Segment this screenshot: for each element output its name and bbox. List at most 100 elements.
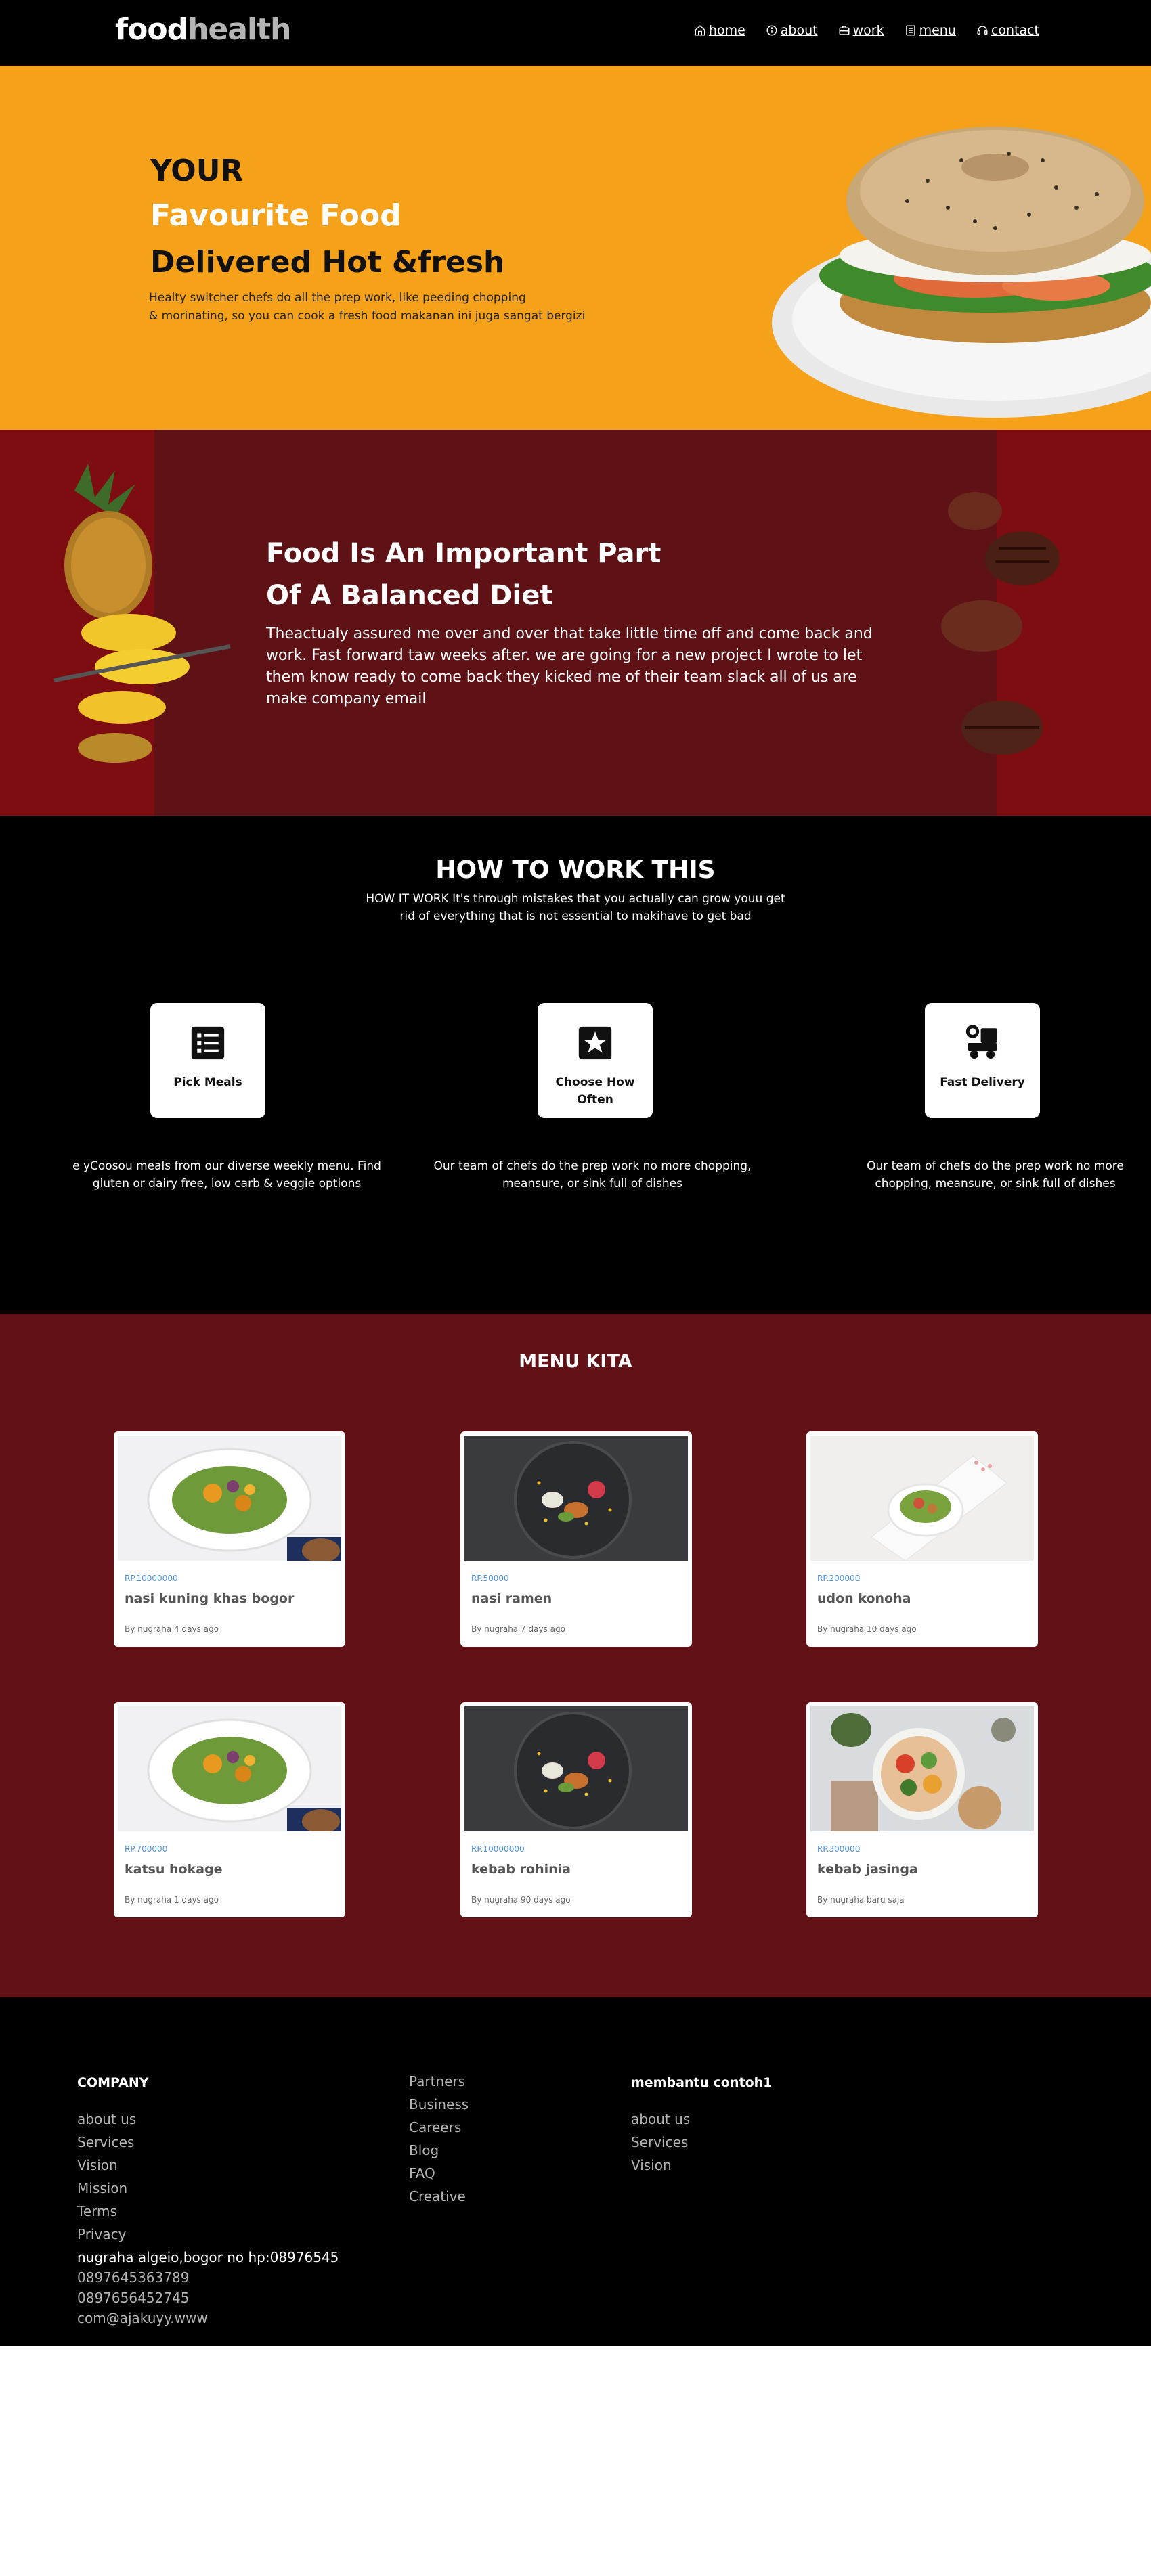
footer-col3-link-vision[interactable]: Vision <box>631 2157 672 2173</box>
menu-item-name[interactable]: kebab rohinia <box>471 1862 571 1877</box>
hero-desc-line2: & morinating, so you can cook a fresh fo… <box>149 309 586 323</box>
step-card-pick-meals[interactable]: Pick Meals <box>150 1003 265 1118</box>
footer-link-careers[interactable]: Careers <box>409 2119 461 2135</box>
bagel-sandwich-image <box>772 127 1151 418</box>
diet-title-line1: Food Is An Important Part <box>266 538 661 569</box>
how-it-works-section: HOW TO WORK THIS HOW IT WORK It's throug… <box>0 816 1151 1314</box>
menu-item-meta: By nugraha baru saja <box>817 1895 905 1905</box>
menu-card[interactable]: RP.700000 katsu hokage By nugraha 1 days… <box>114 1702 345 1917</box>
menu-section: MENU KITA RP.10000000 nasi kuning khas b… <box>0 1314 1151 1997</box>
diet-section: Food Is An Important Part Of A Balanced … <box>0 430 1151 816</box>
step-label-choose-how-often: Choose How Often <box>555 1075 635 1107</box>
menu-price: RP.10000000 <box>125 1574 178 1583</box>
briefcase-icon <box>839 26 850 35</box>
footer-link-blog[interactable]: Blog <box>409 2142 439 2158</box>
footer-link-services[interactable]: Services <box>77 2134 134 2150</box>
nav-home-label: home <box>708 23 745 38</box>
step-label-pick-meals: Pick Meals <box>173 1075 242 1089</box>
footer-link-faq[interactable]: FAQ <box>409 2165 435 2181</box>
footer-link-terms[interactable]: Terms <box>77 2203 117 2219</box>
headset-icon <box>977 26 988 35</box>
footer-phone-1: 0897645363789 <box>77 2269 190 2286</box>
menu-card[interactable]: RP.200000 udon konoha By nugraha 10 days… <box>806 1431 1038 1647</box>
footer: COMPANY about us Services Vision Mission… <box>0 1997 1151 2346</box>
pineapple-slices-image <box>53 464 231 763</box>
menu-list-icon <box>905 25 915 36</box>
nav-about[interactable]: about <box>766 23 818 38</box>
footer-address: nugraha algeio,bogor no hp:08976545 <box>77 2249 339 2265</box>
dark-plate-image <box>464 1436 688 1561</box>
step-card-fast-delivery[interactable]: Fast Delivery <box>925 1003 1040 1118</box>
step-card-choose-how-often[interactable]: Choose How Often <box>538 1003 653 1118</box>
step-desc-fast-delivery: Our team of chefs do the prep work no mo… <box>867 1159 1124 1191</box>
footer-link-vision[interactable]: Vision <box>77 2157 118 2173</box>
menu-item-meta: By nugraha 4 days ago <box>125 1624 219 1634</box>
nav-links: home about work menu contact <box>694 23 1039 38</box>
how-title: HOW TO WORK THIS <box>435 856 716 884</box>
nav-home[interactable]: home <box>694 23 745 38</box>
home-icon <box>695 25 705 36</box>
nav-contact[interactable]: contact <box>976 23 1039 38</box>
brand-logo[interactable]: foodhealth <box>115 12 291 47</box>
nav-menu[interactable]: menu <box>905 23 956 38</box>
page-root: { "brand": {"part1": "food", "part2": "h… <box>0 0 1151 2576</box>
how-subtitle: HOW IT WORK It's through mistakes that y… <box>366 892 785 923</box>
footer-link-about-us[interactable]: about us <box>77 2111 136 2127</box>
menu-item-meta: By nugraha 10 days ago <box>817 1624 917 1634</box>
brand-part-food: food <box>115 12 188 47</box>
menu-price: RP.50000 <box>471 1574 509 1583</box>
top-navbar: foodhealth home about work menu contact <box>0 0 1151 66</box>
menu-title: MENU KITA <box>519 1351 632 1372</box>
nav-contact-label: contact <box>991 23 1039 38</box>
menu-item-name[interactable]: udon konoha <box>817 1591 911 1606</box>
list-icon <box>191 1026 225 1060</box>
menu-item-name[interactable]: nasi ramen <box>471 1591 552 1606</box>
nav-menu-label: menu <box>919 23 956 38</box>
hero-section: YOUR Favourite Food Delivered Hot &fresh… <box>0 66 1151 430</box>
nav-about-label: about <box>780 23 818 38</box>
menu-item-meta: By nugraha 90 days ago <box>471 1895 571 1905</box>
delivery-icon <box>965 1025 997 1059</box>
diet-inner-panel <box>154 430 997 816</box>
step-desc-pick-meals: e yCoosou meals from our diverse weekly … <box>72 1159 381 1191</box>
hero-heading-line1: YOUR <box>150 154 244 188</box>
menu-item-meta: By nugraha 7 days ago <box>471 1624 565 1634</box>
menu-card[interactable]: RP.300000 kebab jasinga By nugraha baru … <box>806 1702 1038 1917</box>
hero-desc-line1: Healty switcher chefs do all the prep wo… <box>149 291 526 305</box>
salad-tray-image <box>810 1436 1034 1561</box>
dark-plate-image <box>464 1706 688 1831</box>
footer-phone-2: 0897656452745 <box>77 2290 190 2306</box>
info-icon <box>766 25 777 36</box>
footer-link-privacy[interactable]: Privacy <box>77 2226 126 2242</box>
menu-price: RP.200000 <box>817 1574 861 1583</box>
grilled-meat-image <box>941 492 1060 755</box>
footer-link-mission[interactable]: Mission <box>77 2180 127 2196</box>
menu-price: RP.300000 <box>817 1844 861 1854</box>
menu-card[interactable]: RP.10000000 kebab rohinia By nugraha 90 … <box>460 1702 692 1917</box>
hero-heading-line3: Delivered Hot &fresh <box>150 245 505 280</box>
footer-col3-link-services[interactable]: Services <box>631 2134 688 2150</box>
menu-card[interactable]: RP.50000 nasi ramen By nugraha 7 days ag… <box>460 1431 692 1647</box>
diet-paragraph: Theactualy assured me over and over that… <box>266 625 873 707</box>
step-label-fast-delivery: Fast Delivery <box>940 1075 1025 1089</box>
footer-link-partners[interactable]: Partners <box>409 2073 465 2089</box>
footer-email: com@ajakuyy.www <box>77 2310 208 2326</box>
diet-title-line2: Of A Balanced Diet <box>266 580 553 611</box>
veggie-bowl-image <box>810 1706 1034 1831</box>
menu-item-name[interactable]: nasi kuning khas bogor <box>125 1591 294 1606</box>
menu-item-name[interactable]: kebab jasinga <box>817 1862 918 1877</box>
menu-item-name[interactable]: katsu hokage <box>125 1862 223 1877</box>
menu-card[interactable]: RP.10000000 nasi kuning khas bogor By nu… <box>114 1431 345 1647</box>
step-desc-choose-how-often: Our team of chefs do the prep work no mo… <box>433 1159 752 1191</box>
star-icon <box>578 1026 612 1060</box>
footer-col1-title: COMPANY <box>77 2075 149 2090</box>
hero-description: Healty switcher chefs do all the prep wo… <box>149 289 664 326</box>
menu-price: RP.10000000 <box>471 1844 525 1854</box>
brand-part-health: health <box>188 12 291 47</box>
footer-col3-link-about-us[interactable]: about us <box>631 2111 690 2127</box>
footer-link-creative[interactable]: Creative <box>409 2188 466 2204</box>
footer-col3-title: membantu contoh1 <box>631 2075 773 2090</box>
nav-work[interactable]: work <box>838 23 884 38</box>
footer-link-business[interactable]: Business <box>409 2096 469 2112</box>
nav-work-label: work <box>852 23 884 38</box>
